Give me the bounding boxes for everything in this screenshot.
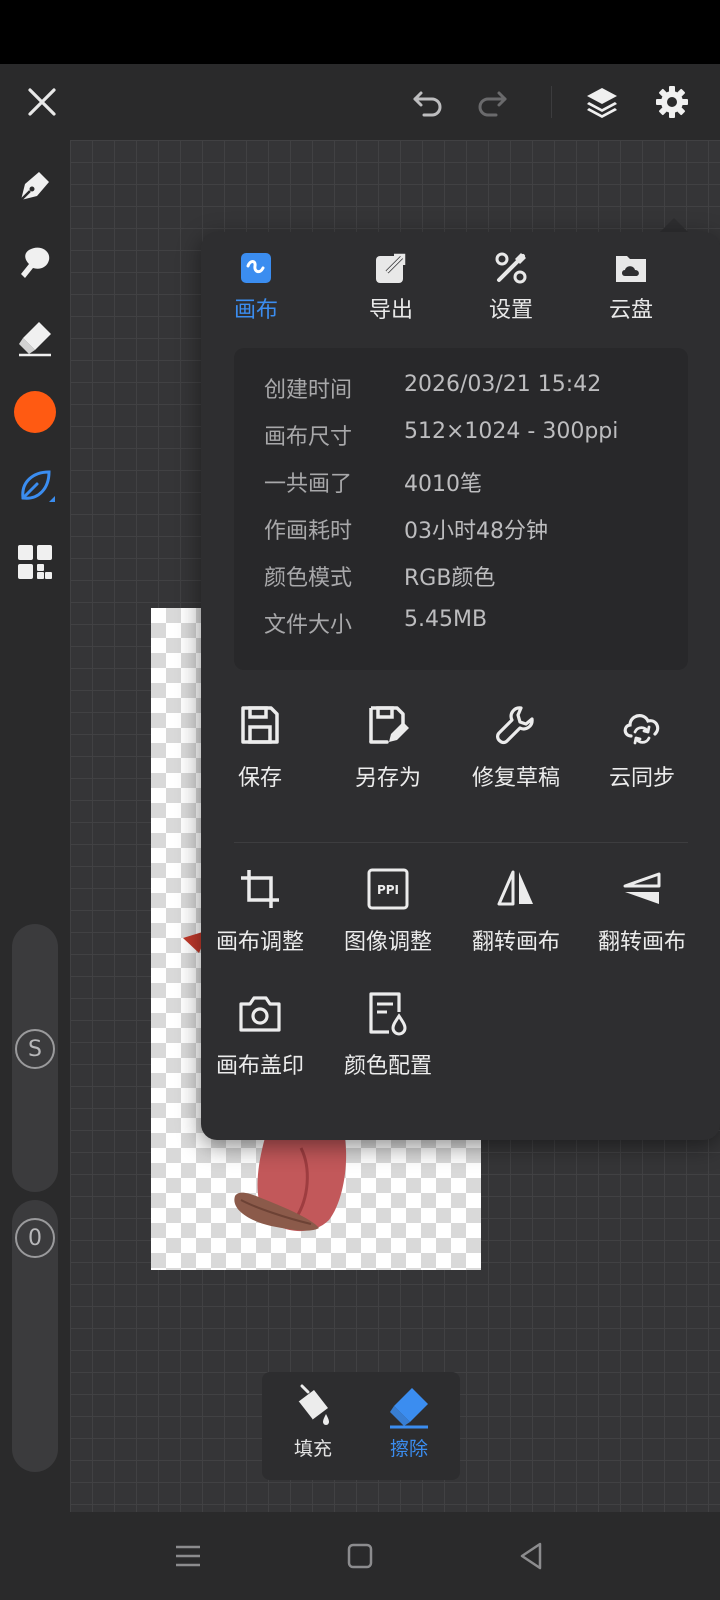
- erase-button[interactable]: 擦除: [364, 1384, 454, 1461]
- close-button[interactable]: [18, 78, 66, 126]
- grid-menu-button[interactable]: [9, 536, 61, 588]
- leaf-brush-tool[interactable]: [9, 460, 61, 512]
- tab-export[interactable]: 导出: [336, 250, 446, 340]
- system-navigation-bar: [0, 1512, 720, 1600]
- save-button[interactable]: 保存: [195, 702, 325, 812]
- fill-erase-panel: 填充 擦除: [262, 1372, 460, 1480]
- paint-bucket-icon: [297, 1384, 329, 1425]
- flip-horizontal-icon: [497, 870, 533, 906]
- info-row: 一共画了 4010笔: [264, 472, 482, 497]
- info-row: 创建时间 2026/03/21 15:42: [264, 372, 602, 403]
- flip-horizontal-button[interactable]: 翻转画布: [451, 866, 581, 976]
- grid-icon: [18, 545, 52, 579]
- image-adjust-button[interactable]: PPI 图像调整: [323, 866, 453, 976]
- canvas-settings-popup: 画布 导出 设置 云盘 创建时间 2026/03/21 15:42 画布尺寸 512…: [201, 232, 720, 1140]
- info-row: 颜色模式 RGB颜色: [264, 566, 496, 591]
- color-swatch: [14, 391, 56, 433]
- status-bar: [0, 0, 720, 64]
- svg-text:PPI: PPI: [377, 883, 399, 897]
- canvas-adjust-button[interactable]: 画布调整: [195, 866, 325, 976]
- color-profile-button[interactable]: 颜色配置: [323, 990, 453, 1100]
- info-row: 画布尺寸 512×1024 - 300ppi: [264, 419, 619, 450]
- layers-button[interactable]: [578, 78, 626, 126]
- cloud-drive-icon: [616, 256, 646, 282]
- color-profile-icon: [369, 992, 407, 1036]
- smudge-tool[interactable]: [9, 236, 61, 288]
- info-row: 文件大小 5.45MB: [264, 607, 488, 638]
- color-picker[interactable]: [9, 386, 61, 438]
- flip-vertical-icon: [623, 872, 661, 904]
- back-icon[interactable]: [514, 1538, 550, 1574]
- home-icon[interactable]: [342, 1538, 378, 1574]
- canvas-info-panel: 创建时间 2026/03/21 15:42 画布尺寸 512×1024 - 300p…: [234, 348, 688, 670]
- gear-icon: [656, 86, 688, 118]
- eraser-icon: [19, 322, 51, 357]
- drawing-app: S 0 画布 导出 设置 云盘 创建时间 2026/03/21 15:42 画布尺…: [0, 64, 720, 1512]
- repair-draft-button[interactable]: 修复草稿: [451, 702, 581, 812]
- section-divider: [234, 842, 688, 843]
- wrench-icon: [496, 706, 534, 745]
- canvas-icon: [241, 253, 271, 283]
- popup-arrow: [660, 218, 688, 232]
- left-toolbar: S 0: [0, 140, 70, 1512]
- brush-tool[interactable]: [9, 160, 61, 212]
- fill-button[interactable]: 填充: [268, 1384, 358, 1461]
- ppi-icon: PPI: [367, 868, 409, 910]
- opacity-knob[interactable]: 0: [15, 1218, 55, 1258]
- tools-icon: [495, 252, 527, 284]
- opacity-slider[interactable]: 0: [12, 1200, 58, 1472]
- redo-button[interactable]: [468, 78, 516, 126]
- camera-icon: [239, 996, 281, 1032]
- eraser-tool[interactable]: [9, 312, 61, 364]
- smudge-icon: [21, 247, 50, 278]
- redo-icon: [478, 91, 507, 117]
- tab-settings[interactable]: 设置: [456, 250, 566, 340]
- canvas-stamp-button[interactable]: 画布盖印: [195, 990, 325, 1100]
- export-icon: [376, 252, 407, 283]
- undo-button[interactable]: [404, 78, 452, 126]
- brush-size-knob[interactable]: S: [15, 1029, 55, 1069]
- eraser-icon: [390, 1388, 428, 1429]
- crop-icon: [241, 870, 279, 908]
- cloud-sync-button[interactable]: 云同步: [577, 702, 707, 812]
- menu-icon[interactable]: [170, 1538, 206, 1574]
- info-row: 作画耗时 03小时48分钟: [264, 519, 548, 544]
- save-as-button[interactable]: 另存为: [323, 702, 453, 812]
- flip-vertical-button[interactable]: 翻转画布: [577, 866, 707, 976]
- cloud-sync-icon: [623, 714, 660, 745]
- top-toolbar: [0, 64, 720, 140]
- settings-button[interactable]: [648, 78, 696, 126]
- leaf-icon: [21, 470, 55, 502]
- save-icon: [241, 706, 279, 744]
- tab-canvas[interactable]: 画布: [201, 250, 311, 340]
- close-icon: [28, 88, 56, 116]
- brush-size-slider[interactable]: S: [12, 924, 58, 1192]
- layers-icon: [587, 88, 617, 118]
- tab-cloud-drive[interactable]: 云盘: [576, 250, 686, 340]
- toolbar-separator: [551, 86, 552, 118]
- undo-icon: [413, 91, 442, 117]
- pen-icon: [20, 172, 49, 201]
- save-as-icon: [369, 706, 409, 744]
